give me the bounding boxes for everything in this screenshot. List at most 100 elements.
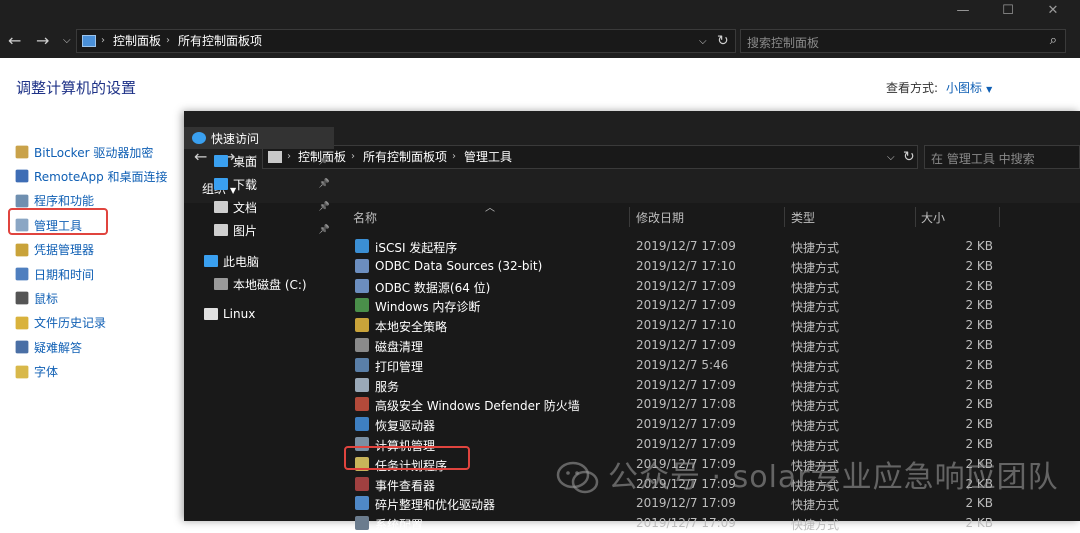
file-row[interactable]: 本地安全策略 2019/12/7 17:10 快捷方式 2 KB — [337, 315, 1080, 335]
file-date: 2019/12/7 17:10 — [636, 258, 736, 273]
nav-item-label: 下载 — [233, 177, 258, 192]
star-icon — [192, 132, 206, 144]
pin-icon[interactable]: 📌 — [319, 179, 330, 189]
watermark: 公众号 · solar专业应急响应团队 — [556, 456, 1059, 500]
file-name: 事件查看器 — [375, 478, 436, 493]
file-row[interactable]: ODBC Data Sources (32-bit) 2019/12/7 17:1… — [337, 256, 1080, 276]
breadcrumb-admin-tools[interactable]: 管理工具 — [464, 149, 512, 165]
maximize-icon[interactable]: ☐ — [985, 0, 1031, 24]
search-icon[interactable]: ⌕ — [1050, 33, 1057, 48]
column-divider[interactable] — [915, 207, 916, 227]
file-size: 2 KB — [965, 357, 993, 372]
nav-item[interactable]: 图片 📌 — [184, 219, 334, 241]
shortcut-icon — [355, 318, 369, 333]
file-date: 2019/12/7 17:08 — [636, 397, 736, 412]
file-size: 2 KB — [965, 239, 993, 253]
nav-item[interactable]: 文档 📌 — [184, 196, 334, 218]
file-size: 2 KB — [965, 397, 993, 412]
nav-item-label: Linux — [223, 307, 256, 321]
forward-arrow-icon[interactable]: → — [36, 31, 49, 51]
control-panel-item[interactable]: RemoteApp 和桌面连接 — [14, 166, 168, 186]
shortcut-icon — [355, 239, 369, 253]
column-header-date[interactable]: 修改日期 — [636, 209, 684, 226]
address-dropdown-chevron-icon[interactable]: ⌵ — [887, 152, 895, 163]
file-size: 2 KB — [965, 338, 993, 352]
control-panel-item-label: 日期和时间 — [34, 267, 95, 282]
control-panel-item[interactable]: 凭据管理器 — [14, 240, 94, 260]
column-header-size[interactable]: 大小 — [921, 209, 945, 226]
file-date: 2019/12/7 17:09 — [636, 239, 736, 253]
shortcut-icon — [355, 476, 369, 491]
file-type: 快捷方式 — [791, 419, 840, 434]
column-header-type[interactable]: 类型 — [791, 209, 815, 226]
file-name: 本地安全策略 — [375, 320, 448, 335]
nav-item[interactable]: 下载 📌 — [184, 173, 334, 195]
file-row[interactable]: iSCSI 发起程序 2019/12/7 17:09 快捷方式 2 KB — [337, 236, 1080, 256]
highlight-box-task-scheduler — [344, 446, 470, 470]
file-row[interactable]: 系统配置 2019/12/7 17:09 快捷方式 2 KB — [337, 513, 1080, 533]
programs-features-icon — [15, 194, 29, 208]
column-divider[interactable] — [999, 207, 1000, 227]
file-name: 高级安全 Windows Defender 防火墙 — [375, 399, 580, 414]
column-divider[interactable] — [784, 207, 785, 227]
file-size: 2 KB — [965, 278, 993, 293]
file-row[interactable]: 恢复驱动器 2019/12/7 17:09 快捷方式 2 KB — [337, 414, 1080, 434]
shortcut-icon — [355, 397, 369, 412]
control-panel-item[interactable]: 日期和时间 — [14, 264, 94, 284]
nav-item[interactable]: 桌面 📌 — [184, 150, 334, 172]
file-row[interactable]: Windows 内存诊断 2019/12/7 17:09 快捷方式 2 KB — [337, 295, 1080, 315]
linux-penguin-icon — [204, 308, 218, 320]
this-pc-icon — [204, 255, 218, 267]
file-row[interactable]: 磁盘清理 2019/12/7 17:09 快捷方式 2 KB — [337, 335, 1080, 355]
breadcrumb-all-items[interactable]: 所有控制面板项 — [363, 149, 447, 165]
column-divider[interactable] — [629, 207, 630, 227]
file-date: 2019/12/7 5:46 — [636, 357, 729, 372]
file-type: 快捷方式 — [791, 340, 840, 354]
address-bar[interactable]: › 控制面板 › 所有控制面板项 ⌵ ↻ — [76, 29, 736, 53]
view-by-value[interactable]: 小图标 — [946, 81, 982, 95]
nav-item-label: 此电脑 — [223, 254, 260, 269]
shortcut-icon — [355, 258, 369, 273]
nav-item[interactable]: 此电脑 — [184, 250, 334, 272]
file-row[interactable]: 打印管理 2019/12/7 5:46 快捷方式 2 KB — [337, 355, 1080, 375]
pin-icon[interactable]: 📌 — [319, 225, 330, 235]
navigation-pane: 快速访问 桌面 📌 下载 📌 文档 📌 图片 📌 此电脑 本地磁盘 (C:) Linux — [184, 127, 337, 521]
back-arrow-icon[interactable]: ← — [8, 31, 21, 51]
file-type: 快捷方式 — [791, 439, 840, 453]
control-panel-item[interactable]: BitLocker 驱动器加密 — [14, 142, 153, 162]
nav-item[interactable]: 快速访问 — [184, 127, 334, 149]
nav-item[interactable]: Linux — [184, 303, 334, 325]
close-icon[interactable]: ✕ — [1030, 0, 1076, 24]
address-bar[interactable]: › 控制面板 › 所有控制面板项 › 管理工具 ⌵ ↻ — [262, 145, 918, 169]
view-by-control[interactable]: 查看方式: 小图标 ▼ — [886, 79, 992, 96]
file-row[interactable]: 服务 2019/12/7 17:09 快捷方式 2 KB — [337, 375, 1080, 395]
column-header-name[interactable]: 名称 — [353, 209, 377, 226]
file-date: 2019/12/7 17:10 — [636, 318, 736, 333]
refresh-icon[interactable]: ↻ — [717, 31, 729, 51]
file-row[interactable]: ODBC 数据源(64 位) 2019/12/7 17:09 快捷方式 2 KB — [337, 276, 1080, 296]
breadcrumb-all-items[interactable]: 所有控制面板项 — [178, 33, 262, 49]
watermark-text: 公众号 · solar专业应急响应团队 — [608, 460, 1059, 495]
pin-icon[interactable]: 📌 — [319, 156, 330, 166]
control-panel-item[interactable]: 字体 — [14, 362, 58, 382]
nav-item[interactable]: 本地磁盘 (C:) — [184, 273, 334, 295]
control-panel-search-input[interactable]: 搜索控制面板 ⌕ — [740, 29, 1066, 53]
file-type: 快捷方式 — [791, 518, 840, 533]
address-dropdown-chevron-icon[interactable]: ⌵ — [699, 36, 707, 47]
control-panel-item[interactable]: 鼠标 — [14, 288, 58, 308]
recent-locations-chevron-icon[interactable]: ⌵ — [63, 35, 71, 46]
local-disk-icon — [214, 278, 228, 290]
control-panel-item[interactable]: 疑难解答 — [14, 337, 82, 357]
minimize-icon[interactable]: — — [940, 0, 986, 24]
breadcrumb-control-panel[interactable]: 控制面板 — [113, 33, 161, 49]
file-name: 系统配置 — [375, 518, 424, 533]
chevron-down-icon[interactable]: ▼ — [986, 85, 992, 94]
pin-icon[interactable]: 📌 — [319, 202, 330, 212]
file-history-icon — [15, 316, 29, 330]
control-panel-item[interactable]: 文件历史记录 — [14, 313, 106, 333]
control-panel-item-label: 鼠标 — [34, 291, 59, 306]
file-row[interactable]: 高级安全 Windows Defender 防火墙 2019/12/7 17:08… — [337, 394, 1080, 414]
admin-tools-search-input[interactable]: 在 管理工具 中搜索 — [924, 145, 1080, 169]
file-date: 2019/12/7 17:09 — [636, 377, 736, 392]
refresh-icon[interactable]: ↻ — [903, 147, 915, 167]
